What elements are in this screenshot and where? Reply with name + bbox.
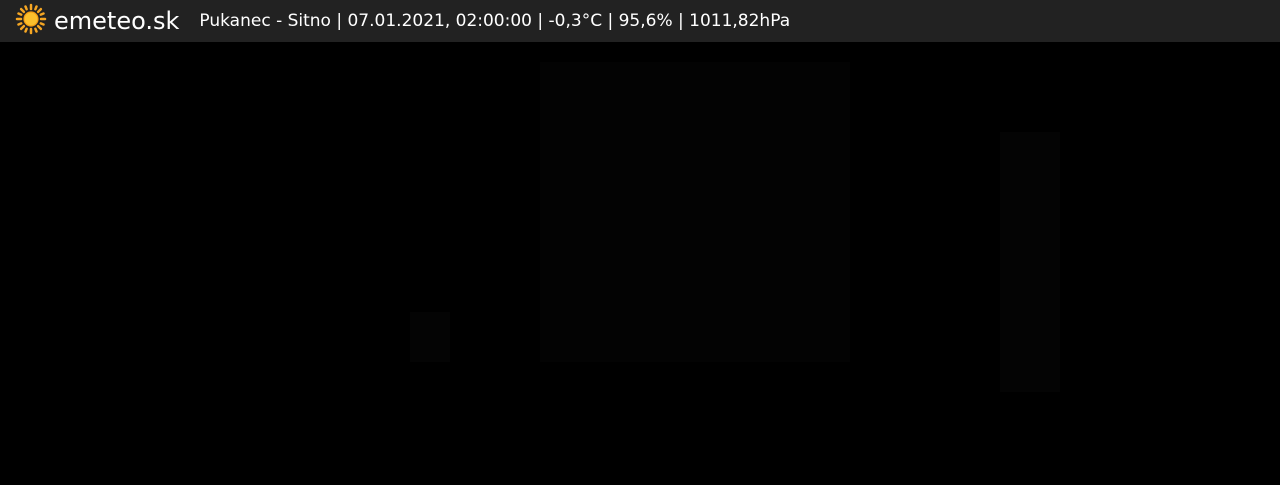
dark-silhouette — [540, 62, 850, 362]
webcam-image — [0, 42, 1280, 485]
dark-silhouette — [1000, 132, 1060, 392]
sun-icon — [15, 3, 47, 40]
brand-logo[interactable]: emeteo.sk — [15, 0, 179, 42]
dark-silhouette — [410, 312, 450, 362]
webcam-info-bar: emeteo.sk Pukanec - Sitno | 07.01.2021, … — [0, 0, 1280, 42]
webcam-page: emeteo.sk Pukanec - Sitno | 07.01.2021, … — [0, 0, 1280, 485]
brand-name[interactable]: emeteo.sk — [54, 0, 179, 42]
webcam-caption: Pukanec - Sitno | 07.01.2021, 02:00:00 |… — [199, 11, 791, 31]
